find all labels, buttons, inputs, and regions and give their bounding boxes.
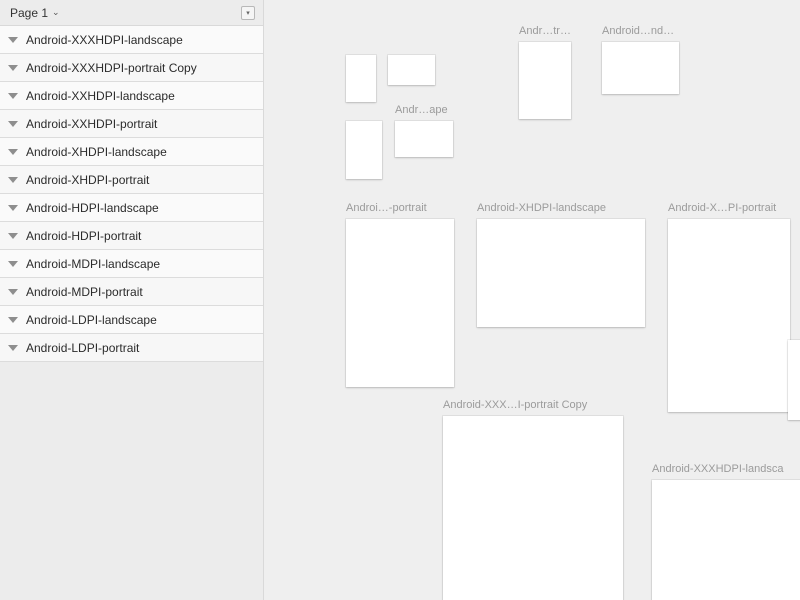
artboard-mdpi-port[interactable] bbox=[346, 55, 376, 102]
artboard-label[interactable]: Android-XHDPI-landscape bbox=[477, 202, 645, 214]
layer-row[interactable]: Android-HDPI-landscape bbox=[0, 194, 263, 222]
artboard-xhdpi-port2[interactable]: Android-X…PI-portrait bbox=[668, 219, 790, 412]
layer-row[interactable]: Android-XHDPI-portrait bbox=[0, 166, 263, 194]
disclosure-triangle-icon[interactable] bbox=[8, 233, 18, 239]
artboard-label[interactable]: Android-X…PI-portrait bbox=[668, 202, 790, 214]
layer-label: Android-XXHDPI-landscape bbox=[26, 89, 175, 103]
layer-label: Android-HDPI-portrait bbox=[26, 229, 141, 243]
disclosure-triangle-icon[interactable] bbox=[8, 37, 18, 43]
artboard-label[interactable]: Androi…-portrait bbox=[346, 202, 454, 214]
layer-row[interactable]: Android-XHDPI-landscape bbox=[0, 138, 263, 166]
disclosure-triangle-icon[interactable] bbox=[8, 289, 18, 295]
layer-label: Android-XXXHDPI-portrait Copy bbox=[26, 61, 197, 75]
disclosure-triangle-icon[interactable] bbox=[8, 121, 18, 127]
layer-label: Android-XHDPI-landscape bbox=[26, 145, 167, 159]
layer-list: Android-XXXHDPI-landscape Android-XXXHDP… bbox=[0, 26, 263, 600]
layer-label: Android-XXXHDPI-landscape bbox=[26, 33, 183, 47]
artboard-edge-right[interactable] bbox=[788, 340, 800, 420]
disclosure-triangle-icon[interactable] bbox=[8, 317, 18, 323]
layer-label: Android-HDPI-landscape bbox=[26, 201, 159, 215]
disclosure-triangle-icon[interactable] bbox=[8, 65, 18, 71]
artboard-label[interactable]: Android-XXXHDPI-landsca bbox=[652, 463, 800, 475]
layer-row[interactable]: Android-HDPI-portrait bbox=[0, 222, 263, 250]
layer-label: Android-MDPI-landscape bbox=[26, 257, 160, 271]
disclosure-triangle-icon[interactable] bbox=[8, 149, 18, 155]
layer-row[interactable]: Android-MDPI-portrait bbox=[0, 278, 263, 306]
layer-label: Android-XXHDPI-portrait bbox=[26, 117, 157, 131]
layer-label: Android-XHDPI-portrait bbox=[26, 173, 149, 187]
artboard-ldpi-land[interactable]: Andr…ape bbox=[395, 121, 453, 157]
disclosure-triangle-icon[interactable] bbox=[8, 93, 18, 99]
sidebar-header: Page 1 ⌄ ▾ bbox=[0, 0, 263, 26]
disclosure-triangle-icon[interactable] bbox=[8, 345, 18, 351]
layer-row[interactable]: Android-XXXHDPI-portrait Copy bbox=[0, 54, 263, 82]
artboard-label[interactable]: Andr…trait bbox=[519, 25, 571, 37]
artboard-xhdpi-port[interactable]: Androi…-portrait bbox=[346, 219, 454, 387]
artboard-ldpi-port[interactable] bbox=[346, 121, 382, 179]
layer-row[interactable]: Android-XXXHDPI-landscape bbox=[0, 26, 263, 54]
layer-label: Android-MDPI-portrait bbox=[26, 285, 143, 299]
disclosure-triangle-icon[interactable] bbox=[8, 177, 18, 183]
layer-label: Android-LDPI-landscape bbox=[26, 313, 157, 327]
artboard-label[interactable]: Android-XXX…I-portrait Copy bbox=[443, 399, 623, 411]
layer-row[interactable]: Android-LDPI-portrait bbox=[0, 334, 263, 362]
pages-dropdown-icon[interactable]: ▾ bbox=[241, 6, 255, 20]
layer-row[interactable]: Android-XXHDPI-portrait bbox=[0, 110, 263, 138]
artboard-xxhdpi-pc[interactable]: Android-XXX…I-portrait Copy bbox=[443, 416, 623, 600]
artboard-mdpi-land[interactable] bbox=[388, 55, 435, 85]
layer-label: Android-LDPI-portrait bbox=[26, 341, 139, 355]
artboard-xxxhdpi-l[interactable]: Android-XXXHDPI-landsca bbox=[652, 480, 800, 600]
artboard-label[interactable]: Android…ndscape bbox=[602, 25, 679, 37]
page-label: Page 1 bbox=[10, 6, 48, 20]
layer-sidebar: Page 1 ⌄ ▾ Android-XXXHDPI-landscape And… bbox=[0, 0, 264, 600]
disclosure-triangle-icon[interactable] bbox=[8, 205, 18, 211]
disclosure-triangle-icon[interactable] bbox=[8, 261, 18, 267]
page-selector[interactable]: Page 1 ⌄ bbox=[10, 6, 60, 20]
artboard-xhdpi-land[interactable]: Android-XHDPI-landscape bbox=[477, 219, 645, 327]
layer-row[interactable]: Android-XXHDPI-landscape bbox=[0, 82, 263, 110]
artboard-hdpi-land[interactable]: Android…ndscape bbox=[602, 42, 679, 94]
artboard-label[interactable]: Andr…ape bbox=[395, 104, 455, 116]
layer-row[interactable]: Android-MDPI-landscape bbox=[0, 250, 263, 278]
canvas[interactable]: Andr…ape Andr…trait Android…ndscape Androi…… bbox=[264, 0, 800, 600]
chevron-down-icon: ⌄ bbox=[52, 7, 60, 18]
artboard-hdpi-port[interactable]: Andr…trait bbox=[519, 42, 571, 119]
layer-row[interactable]: Android-LDPI-landscape bbox=[0, 306, 263, 334]
